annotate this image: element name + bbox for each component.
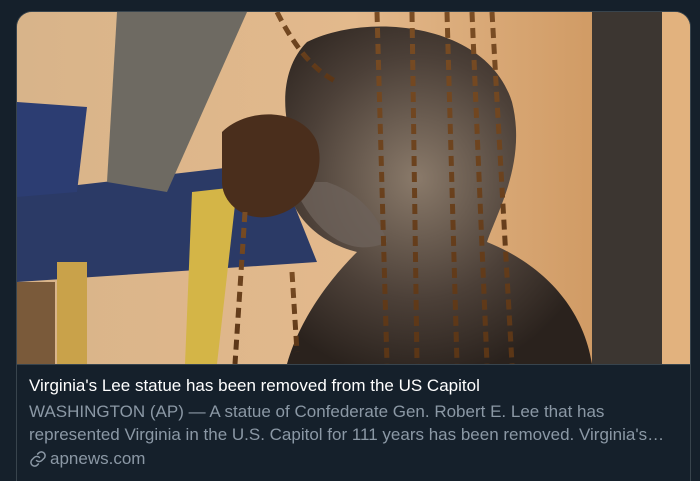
article-photo[interactable]: [17, 12, 690, 364]
link-preview-card[interactable]: Virginia's Lee statue has been removed f…: [16, 11, 691, 481]
link-icon: [29, 450, 47, 468]
card-domain: apnews.com: [50, 449, 146, 468]
card-domain-row: apnews.com: [29, 448, 690, 470]
card-meta: Virginia's Lee statue has been removed f…: [17, 364, 690, 470]
statue-photo-illustration: [17, 12, 690, 364]
card-description: WASHINGTON (AP) — A statue of Confederat…: [29, 402, 665, 444]
card-title[interactable]: Virginia's Lee statue has been removed f…: [29, 375, 677, 397]
